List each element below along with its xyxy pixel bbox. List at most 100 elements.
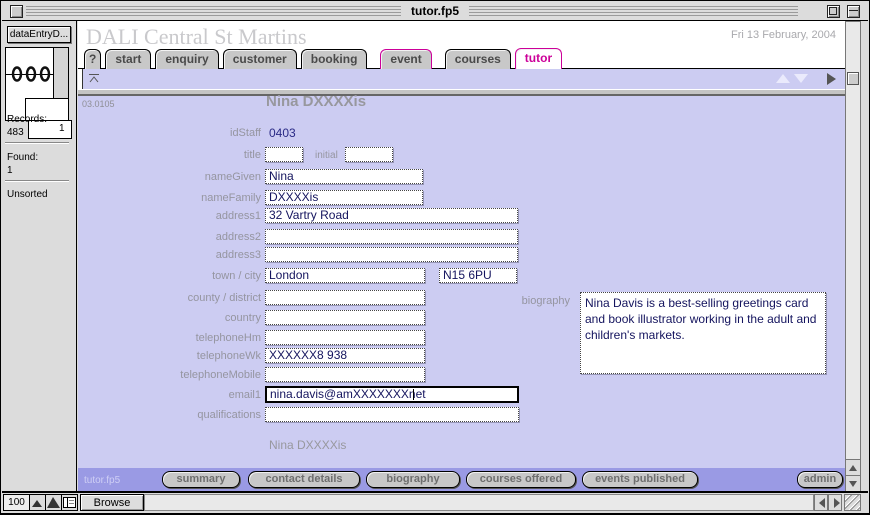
record-code: 03.0105 bbox=[82, 99, 115, 109]
vertical-scrollbar[interactable] bbox=[845, 21, 861, 493]
namefamily-field[interactable]: DXXXXis bbox=[265, 190, 423, 205]
record-footer-name: Nina DXXXXis bbox=[269, 438, 346, 452]
layout-area: DALI Central St Martins Fri 13 February,… bbox=[78, 21, 846, 492]
field-label-namefamily: nameFamily bbox=[78, 191, 261, 205]
navigation-tabs: ? start enquiry customer booking event c… bbox=[84, 48, 566, 69]
field-label-country: country bbox=[78, 311, 261, 325]
application-window: tutor.fp5 dataEntryD... 1 Records: 483 F… bbox=[0, 0, 870, 514]
courses-offered-button[interactable]: courses offered bbox=[466, 471, 576, 488]
window-zoom-button[interactable] bbox=[827, 5, 840, 18]
field-label-address2: address2 bbox=[78, 230, 261, 244]
mode-popup-button[interactable]: Browse bbox=[80, 494, 144, 511]
band-edge-strip bbox=[78, 69, 83, 89]
email1-field[interactable]: nina.davis@amXXXXXXXnet bbox=[265, 386, 519, 403]
found-count: 1 bbox=[7, 165, 13, 176]
field-label-biography: biography bbox=[458, 294, 570, 308]
summary-button[interactable]: summary bbox=[162, 471, 240, 488]
zoom-in-button[interactable] bbox=[46, 494, 62, 511]
address3-field[interactable] bbox=[265, 247, 518, 262]
tab-help[interactable]: ? bbox=[84, 49, 101, 69]
window-title: tutor.fp5 bbox=[2, 4, 868, 18]
tab-event[interactable]: event bbox=[380, 49, 431, 69]
zoom-level-indicator[interactable]: 100 bbox=[3, 494, 30, 511]
panel-divider bbox=[5, 142, 69, 144]
previous-record-icon[interactable] bbox=[776, 74, 790, 83]
window-collapse-button[interactable] bbox=[847, 5, 860, 18]
title-field[interactable] bbox=[265, 147, 303, 162]
telephonemobile-field[interactable] bbox=[265, 367, 425, 382]
next-record-icon[interactable] bbox=[794, 74, 808, 83]
header-band bbox=[78, 69, 846, 89]
tab-enquiry[interactable]: enquiry bbox=[155, 49, 218, 69]
large-mountain-icon bbox=[46, 495, 61, 510]
company-logo: DALI Central St Martins bbox=[86, 24, 307, 50]
scroll-down-button[interactable] bbox=[846, 475, 860, 491]
sort-status: Unsorted bbox=[7, 189, 48, 200]
field-label-county: county / district bbox=[78, 291, 261, 305]
postcode-field[interactable]: N15 6PU bbox=[439, 268, 517, 283]
status-bar: 100 Browse bbox=[2, 491, 868, 512]
vertical-scrollbar-thumb[interactable] bbox=[847, 72, 859, 85]
records-label: Records: bbox=[7, 114, 47, 125]
tab-booking[interactable]: booking bbox=[301, 49, 368, 69]
status-area-icon bbox=[62, 495, 77, 510]
field-label-address1: address1 bbox=[78, 209, 261, 223]
field-label-title: title bbox=[78, 148, 261, 162]
right-arrow-icon bbox=[834, 498, 840, 508]
qualifications-field[interactable] bbox=[265, 407, 519, 422]
tab-tutor[interactable]: tutor bbox=[515, 48, 562, 69]
window-resize-grip[interactable] bbox=[844, 494, 861, 511]
county-field[interactable] bbox=[265, 290, 425, 305]
tab-start[interactable]: start bbox=[105, 49, 151, 69]
telephonewk-field[interactable]: XXXXXX8 938 bbox=[265, 348, 425, 363]
record-heading: Nina DXXXXis bbox=[266, 93, 366, 110]
scroll-up-button[interactable] bbox=[846, 459, 860, 475]
namegiven-field[interactable]: Nina bbox=[265, 169, 423, 184]
scroll-left-button[interactable] bbox=[814, 494, 828, 511]
current-record-number: 1 bbox=[59, 123, 65, 134]
initial-field[interactable] bbox=[345, 147, 393, 162]
window-titlebar[interactable]: tutor.fp5 bbox=[2, 2, 868, 21]
field-label-initial: initial bbox=[315, 149, 338, 163]
field-label-town: town / city bbox=[78, 269, 261, 283]
field-label-address3: address3 bbox=[78, 248, 261, 262]
status-panel: dataEntryD... 1 Records: 483 Found: 1 Un… bbox=[2, 21, 77, 493]
field-label-telephonehm: telephoneHm bbox=[78, 331, 261, 345]
found-label: Found: bbox=[7, 152, 38, 163]
field-label-qualifications: qualifications bbox=[78, 408, 261, 422]
scroll-right-button[interactable] bbox=[828, 494, 842, 511]
field-label-email1: email1 bbox=[78, 388, 261, 402]
horizontal-scrollbar[interactable] bbox=[144, 494, 814, 511]
biography-field[interactable]: Nina Davis is a best-selling greetings c… bbox=[580, 292, 826, 374]
town-field[interactable]: London bbox=[265, 268, 425, 283]
tab-customer[interactable]: customer bbox=[223, 49, 297, 69]
email1-value: nina.davis@amXXXXXXXnet bbox=[270, 387, 426, 401]
contact-details-button[interactable]: contact details bbox=[248, 471, 360, 488]
events-published-button[interactable]: events published bbox=[582, 471, 698, 488]
forward-arrow-icon[interactable] bbox=[827, 73, 836, 85]
panel-divider bbox=[5, 180, 69, 182]
biography-button[interactable]: biography bbox=[366, 471, 460, 488]
tab-courses[interactable]: courses bbox=[445, 49, 511, 69]
file-name-label: tutor.fp5 bbox=[84, 475, 120, 486]
current-date: Fri 13 February, 2004 bbox=[731, 29, 836, 41]
field-label-telephonemobile: telephoneMobile bbox=[78, 368, 261, 382]
down-arrow-icon bbox=[849, 481, 857, 487]
field-label-telephonewk: telephoneWk bbox=[78, 349, 261, 363]
text-cursor bbox=[413, 389, 414, 400]
form-header: DALI Central St Martins Fri 13 February,… bbox=[78, 21, 846, 69]
address1-field[interactable]: 32 Vartry Road bbox=[265, 208, 518, 223]
idstaff-value: 0403 bbox=[269, 126, 296, 140]
scroll-to-top-icon[interactable] bbox=[88, 73, 100, 85]
left-arrow-icon bbox=[819, 498, 825, 508]
zoom-out-button[interactable] bbox=[30, 494, 46, 511]
address2-field[interactable] bbox=[265, 229, 518, 244]
status-area-toggle-button[interactable] bbox=[62, 494, 78, 511]
admin-button[interactable]: admin bbox=[797, 471, 843, 488]
telephonehm-field[interactable] bbox=[265, 330, 425, 345]
layout-popup-button[interactable]: dataEntryD... bbox=[7, 26, 71, 43]
records-count: 483 bbox=[7, 127, 24, 138]
part-separator-bar bbox=[78, 89, 846, 96]
field-label-idstaff: idStaff bbox=[78, 126, 261, 140]
country-field[interactable] bbox=[265, 310, 425, 325]
